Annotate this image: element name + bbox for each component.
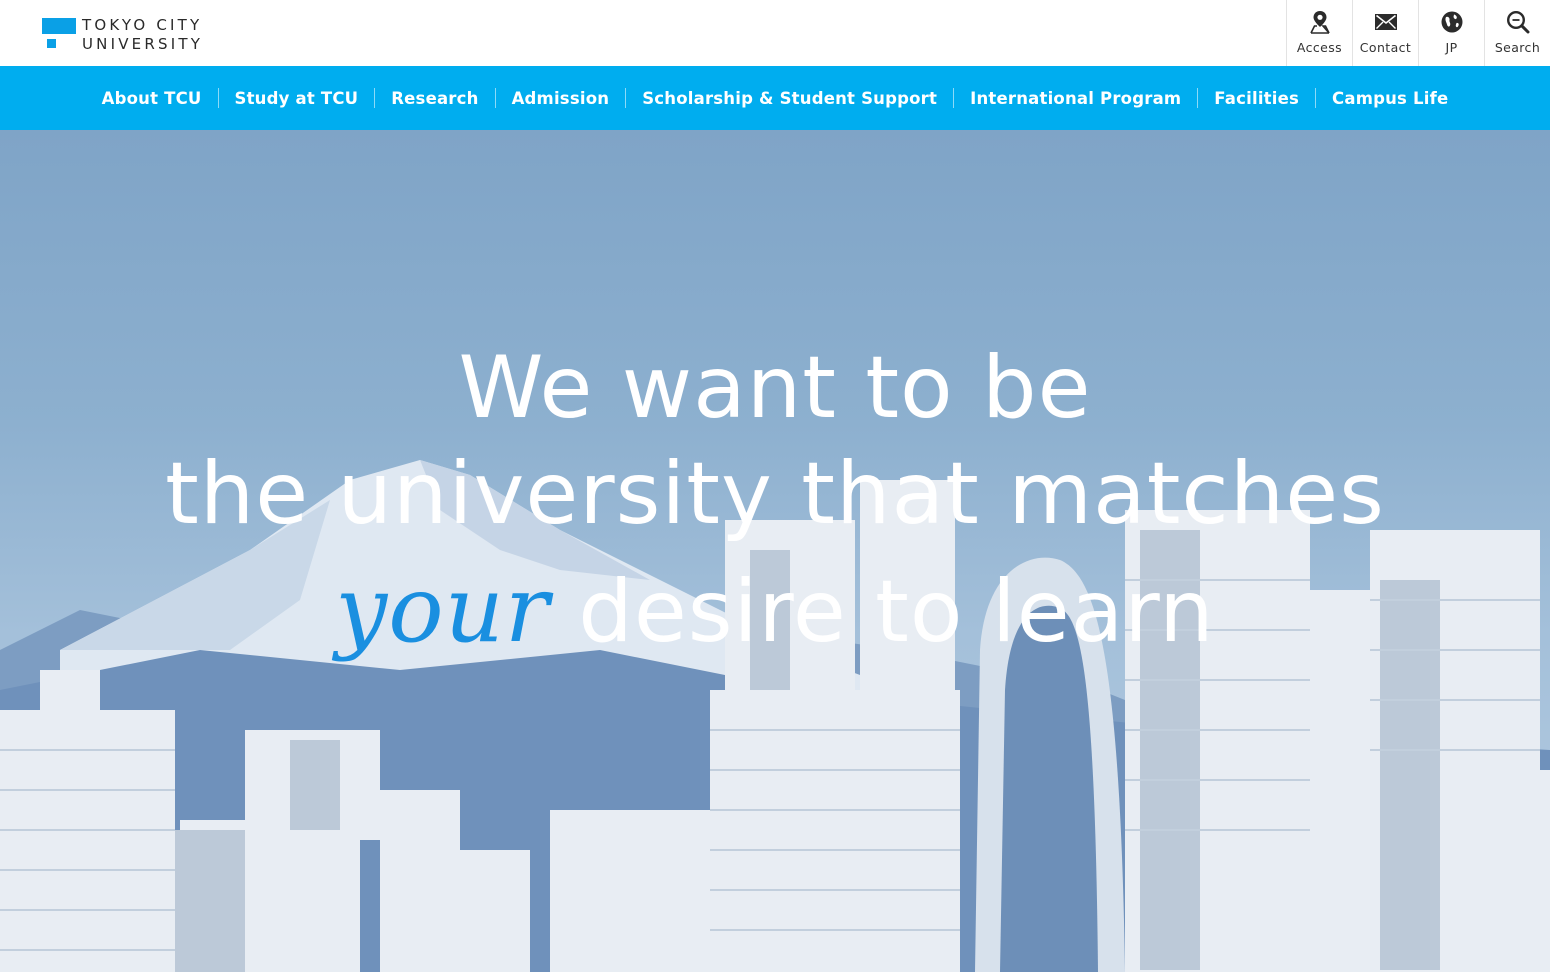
map-pin-icon (1309, 11, 1330, 34)
search-icon (1506, 10, 1529, 34)
nav-study-at-tcu[interactable]: Study at TCU (219, 89, 375, 108)
logo-line-2: UNIVERSITY (82, 35, 204, 53)
nav-campus-life[interactable]: Campus Life (1316, 89, 1464, 108)
university-logo[interactable]: TOKYO CITY UNIVERSITY (42, 16, 222, 54)
access-label: Access (1296, 40, 1343, 55)
hero-section: We want to be the university that matche… (0, 130, 1550, 972)
headline-line-1: We want to be (458, 338, 1092, 438)
nav-research[interactable]: Research (375, 89, 494, 108)
access-link[interactable]: Access (1286, 0, 1352, 66)
main-nav: About TCU Study at TCU Research Admissio… (0, 66, 1550, 130)
headline-line-3: your desire to learn (0, 552, 1550, 670)
nav-international-program[interactable]: International Program (954, 89, 1197, 108)
logo-line-1: TOKYO CITY (82, 16, 203, 34)
envelope-icon (1374, 14, 1397, 30)
hero-headline: We want to be the university that matche… (0, 340, 1550, 670)
headline-accent-word: your (335, 556, 550, 663)
headline-line-2: the university that matches (165, 444, 1385, 544)
contact-link[interactable]: Contact (1352, 0, 1418, 66)
globe-icon (1441, 11, 1462, 33)
search-button[interactable]: Search (1484, 0, 1550, 66)
nav-about-tcu[interactable]: About TCU (86, 89, 218, 108)
site-header: TOKYO CITY UNIVERSITY Access Contact JP … (0, 0, 1550, 66)
logo-mark-icon (42, 16, 78, 50)
search-label: Search (1494, 40, 1541, 55)
nav-scholarship-student-support[interactable]: Scholarship & Student Support (626, 89, 953, 108)
headline-line-3-rest: desire to learn (578, 562, 1215, 662)
contact-label: Contact (1359, 40, 1412, 55)
nav-admission[interactable]: Admission (496, 89, 626, 108)
language-switch[interactable]: JP (1418, 0, 1484, 66)
utility-nav: Access Contact JP Search (1286, 0, 1550, 66)
language-label: JP (1445, 40, 1458, 55)
logo-text: TOKYO CITY UNIVERSITY (82, 16, 203, 54)
nav-facilities[interactable]: Facilities (1198, 89, 1315, 108)
